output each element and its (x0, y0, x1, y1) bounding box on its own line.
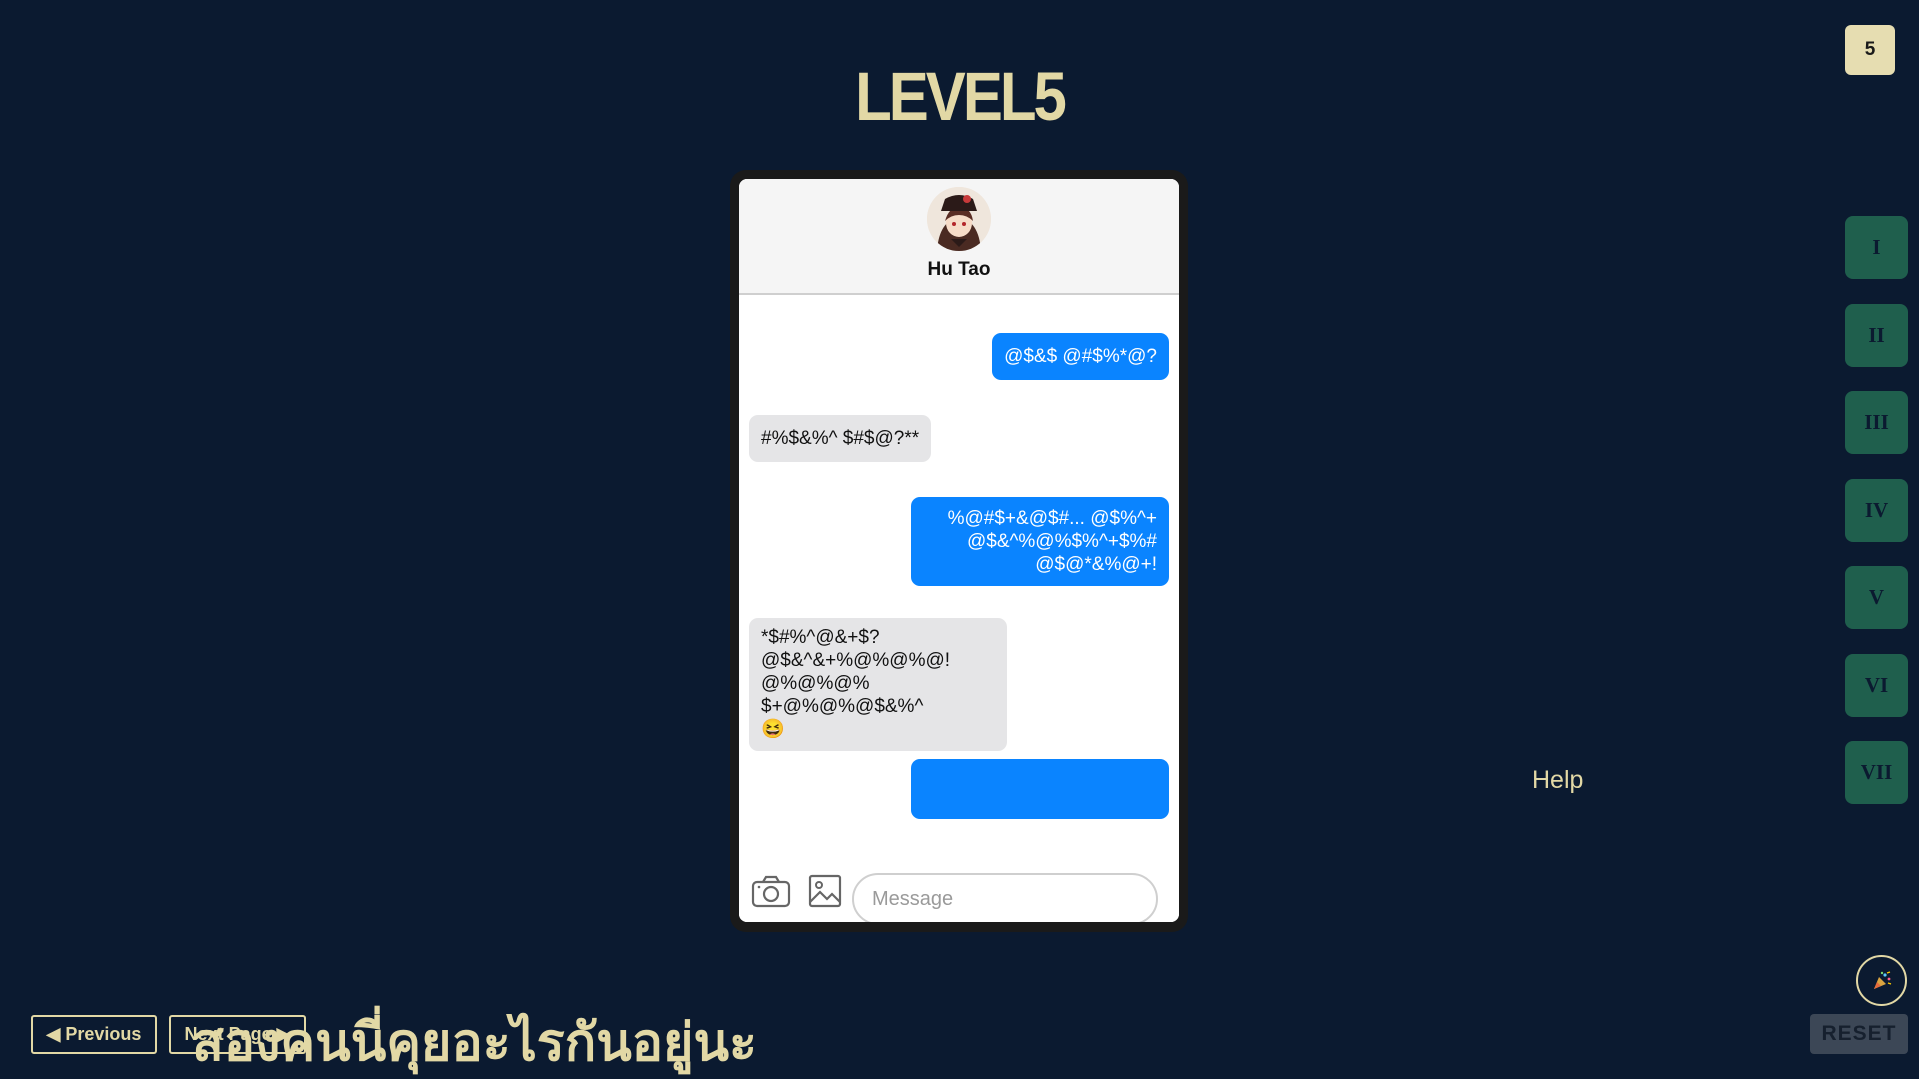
level-title: LEVEL5 (855, 57, 1067, 136)
message-bubble-sent: @$&$ @#$%*@? (992, 333, 1169, 380)
message-input[interactable] (852, 873, 1158, 922)
message-text: *$#%^@&+$? (761, 627, 880, 648)
hint-text: สองคนนี่คุยอะไรกันอยู่นะ (192, 1014, 757, 1072)
reset-button[interactable]: RESET (1810, 1014, 1908, 1054)
camera-icon[interactable] (751, 874, 791, 908)
message-bubble-received: *$#%^@&+$? @$&^&+%@%@%@! @%@%@% $+@%@%@$… (749, 618, 1007, 751)
message-text: @$&$ @#$%*@? (1004, 346, 1157, 367)
level-button-2[interactable]: II (1845, 303, 1908, 367)
level-nav: I II III IV V VI VII (1845, 216, 1908, 829)
level-button-3[interactable]: III (1845, 391, 1908, 454)
party-popper-icon (1873, 970, 1891, 989)
avatar-image (927, 187, 991, 251)
message-text: @%@%@% $+@%@%@$&%^ (761, 673, 924, 717)
level-counter-badge: 5 (1845, 25, 1895, 75)
contact-avatar[interactable] (927, 187, 991, 251)
level-button-1[interactable]: I (1845, 216, 1908, 279)
image-icon[interactable] (808, 874, 842, 908)
help-link[interactable]: Help (1532, 766, 1583, 795)
message-text: %@#$+&@$#... @$%^+ (947, 508, 1157, 529)
message-emoji: 😆 (761, 719, 785, 740)
level-button-5[interactable]: V (1845, 566, 1908, 629)
previous-button[interactable]: ◀ Previous (31, 1015, 157, 1054)
game-screen: LEVEL5 5 I II III IV V VI VII Help RESET (0, 0, 1919, 1079)
message-text: #%$&%^ $#$@?** (761, 428, 920, 449)
message-text: @$@*&%@+! (1035, 554, 1157, 575)
message-text: @$&^%@%$%^+$%# (966, 531, 1157, 552)
level-button-4[interactable]: IV (1845, 478, 1908, 542)
message-list: @$&$ @#$%*@? #%$&%^ $#$@?** %@#$+&@$#...… (739, 297, 1179, 864)
message-bubble-sent: %@#$+&@$#... @$%^+ @$&^%@%$%^+$%# @$@*&%… (911, 497, 1169, 586)
chat-header: Hu Tao (739, 179, 1179, 295)
message-text: @$&^&+%@%@%@! (761, 650, 951, 671)
message-bubble-sent-partial (911, 759, 1169, 819)
chat-screen: Hu Tao @$&$ @#$%*@? #%$&%^ $#$@?** %@#$+… (739, 179, 1179, 922)
confetti-button[interactable] (1856, 955, 1907, 1006)
phone-frame: Hu Tao @$&$ @#$%*@? #%$&%^ $#$@?** %@#$+… (730, 170, 1188, 932)
level-button-7[interactable]: VII (1845, 741, 1908, 804)
level-button-6[interactable]: VI (1845, 653, 1908, 717)
contact-name: Hu Tao (927, 259, 991, 280)
message-bubble-received: #%$&%^ $#$@?** (749, 415, 932, 462)
message-composer (739, 864, 1179, 922)
